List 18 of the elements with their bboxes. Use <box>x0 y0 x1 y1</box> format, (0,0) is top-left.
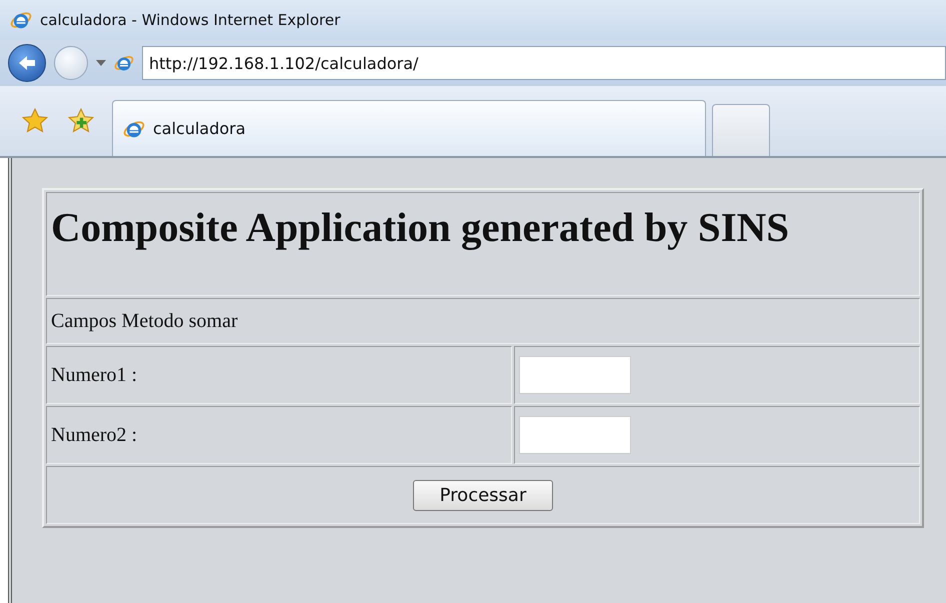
add-favorite-icon[interactable] <box>68 108 94 134</box>
number-field[interactable] <box>519 356 631 394</box>
star-icon[interactable] <box>22 108 48 134</box>
window-title: calculadora - Windows Internet Explorer <box>40 11 340 29</box>
back-button[interactable] <box>8 44 46 82</box>
caret-icon[interactable] <box>96 60 106 66</box>
browser-tab[interactable]: calculadora <box>112 100 706 156</box>
address-field[interactable]: http://192.168.1.102/calculadora/ <box>142 46 946 80</box>
page-heading: Composite Application generated by SINS <box>51 203 790 252</box>
page-icon <box>114 53 134 73</box>
new-tab-button[interactable] <box>712 104 770 156</box>
number-field[interactable] <box>519 416 631 454</box>
forward-button[interactable] <box>54 46 88 80</box>
field-label: Numero2 : <box>51 424 138 446</box>
process-button[interactable]: Processar <box>412 480 554 510</box>
arrow-icon <box>17 53 37 73</box>
field-label: Numero1 : <box>51 364 138 386</box>
section-label: Campos Metodo somar <box>51 310 238 332</box>
